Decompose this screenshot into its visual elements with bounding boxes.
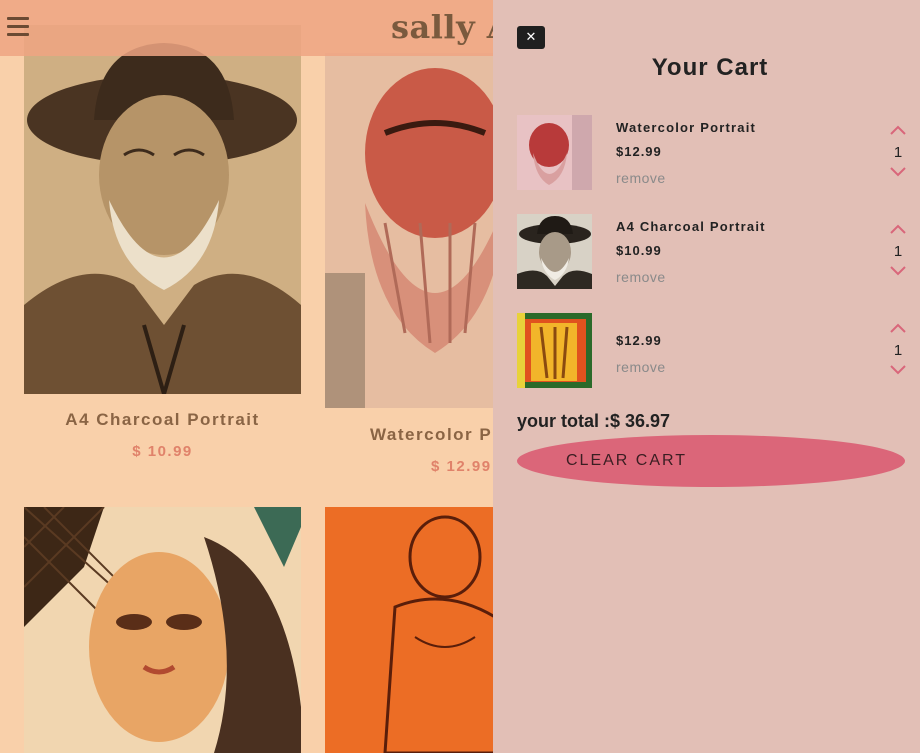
cart-item-name: A4 Charcoal Portrait — [616, 219, 766, 234]
cart-item: Watercolor Portrait $12.99 remove 1 — [517, 115, 909, 191]
cart-item-thumbnail — [517, 313, 592, 388]
chevron-up-icon[interactable] — [890, 323, 906, 333]
cart-total-value: $ 36.97 — [610, 411, 671, 431]
cart-title: Your Cart — [651, 54, 769, 81]
quantity-stepper: 1 — [887, 125, 911, 185]
cart-item-price: $12.99 — [616, 144, 662, 159]
cart-item-price: $12.99 — [616, 333, 662, 348]
cart-item-name: Watercolor Portrait — [616, 120, 757, 135]
cart-total-label: your total : — [517, 411, 610, 431]
cart-item-price: $10.99 — [616, 243, 662, 258]
hamburger-icon[interactable] — [7, 17, 29, 37]
remove-button[interactable]: remove — [616, 269, 666, 285]
cart-item: $12.99 remove 1 — [517, 313, 909, 389]
remove-button[interactable]: remove — [616, 359, 666, 375]
clear-cart-button[interactable]: CLEAR CART — [517, 435, 905, 487]
chevron-up-icon[interactable] — [890, 224, 906, 234]
quantity-stepper: 1 — [887, 323, 911, 383]
cart-item: A4 Charcoal Portrait $10.99 remove 1 — [517, 214, 909, 290]
product-title[interactable]: A4 Charcoal Portrait — [24, 410, 301, 430]
product-image[interactable] — [24, 25, 301, 394]
cart-item-thumbnail — [517, 115, 592, 190]
product-price: $ 10.99 — [132, 443, 193, 460]
chevron-down-icon[interactable] — [890, 365, 906, 375]
product-card[interactable] — [24, 507, 301, 753]
chevron-down-icon[interactable] — [890, 167, 906, 177]
chevron-up-icon[interactable] — [890, 125, 906, 135]
quantity-value: 1 — [893, 144, 903, 161]
cart-item-thumbnail — [517, 214, 592, 289]
chevron-down-icon[interactable] — [890, 266, 906, 276]
cart-panel: ✕ Your Cart Watercolor Portrait $12.99 r… — [493, 0, 920, 753]
quantity-stepper: 1 — [887, 224, 911, 284]
quantity-value: 1 — [893, 342, 903, 359]
remove-button[interactable]: remove — [616, 170, 666, 186]
product-image[interactable] — [24, 507, 301, 753]
quantity-value: 1 — [893, 243, 903, 260]
close-icon[interactable]: ✕ — [517, 26, 545, 49]
cart-total: your total :$ 36.97 — [517, 411, 670, 432]
product-card[interactable]: A4 Charcoal Portrait $ 10.99 — [24, 25, 301, 475]
clear-cart-label: CLEAR CART — [566, 452, 688, 469]
